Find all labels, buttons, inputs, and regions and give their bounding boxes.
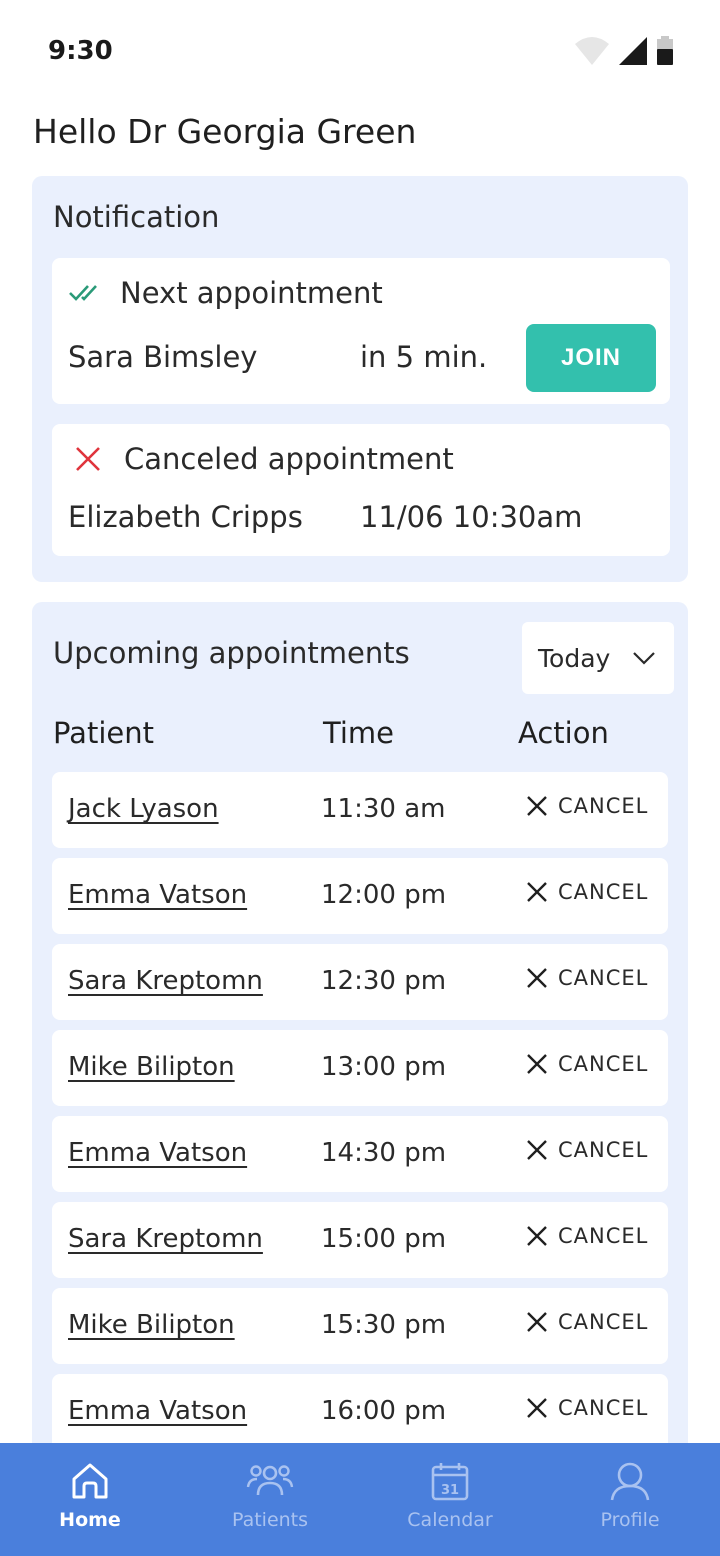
date-filter-select[interactable]: Today <box>522 622 674 694</box>
notification-title: Notification <box>53 200 220 234</box>
status-bar: 9:30 <box>0 0 720 100</box>
appointment-row: Jack Lyason 11:30 am CANCEL <box>52 772 668 848</box>
status-time: 9:30 <box>48 36 113 66</box>
appointment-row: Emma Vatson 12:00 pm CANCEL <box>52 858 668 934</box>
appointment-row: Sara Kreptomn 15:00 pm CANCEL <box>52 1202 668 1278</box>
appointment-row: Emma Vatson 14:30 pm CANCEL <box>52 1116 668 1192</box>
cancel-button[interactable]: CANCEL <box>526 880 648 904</box>
cancel-label: CANCEL <box>558 1396 649 1420</box>
chevron-down-icon <box>633 652 655 665</box>
cancel-label: CANCEL <box>558 880 649 904</box>
appointment-time: 11:30 am <box>321 794 446 824</box>
battery-icon <box>657 36 673 65</box>
patient-link[interactable]: Mike Bilipton <box>68 1052 235 1082</box>
canceled-appointment-header: Canceled appointment <box>74 442 454 476</box>
cancel-label: CANCEL <box>558 1052 649 1076</box>
next-appointment-card: Next appointment Sara Bimsley in 5 min. … <box>52 258 670 404</box>
nav-home-label: Home <box>59 1509 121 1531</box>
cancel-button[interactable]: CANCEL <box>526 794 648 818</box>
close-icon <box>527 1398 547 1418</box>
canceled-appointment-card: Canceled appointment Elizabeth Cripps 11… <box>52 424 670 556</box>
close-red-icon <box>76 447 100 471</box>
nav-home[interactable]: Home <box>0 1443 180 1556</box>
appointment-time: 15:30 pm <box>321 1310 447 1340</box>
status-icons <box>574 36 674 66</box>
join-button[interactable]: JOIN <box>526 324 656 392</box>
upcoming-title: Upcoming appointments <box>53 636 410 670</box>
cancel-label: CANCEL <box>558 966 649 990</box>
patient-link[interactable]: Emma Vatson <box>68 1396 247 1426</box>
patient-link[interactable]: Emma Vatson <box>68 1138 247 1168</box>
next-appointment-when: in 5 min. <box>360 340 488 374</box>
patient-link[interactable]: Sara Kreptomn <box>68 1224 263 1254</box>
canceled-appointment-heading: Canceled appointment <box>124 442 454 476</box>
appointment-time: 12:30 pm <box>321 966 447 996</box>
cancel-button[interactable]: CANCEL <box>526 966 648 990</box>
nav-patients[interactable]: Patients <box>180 1443 360 1556</box>
calendar-icon: 31 <box>431 1463 469 1501</box>
double-check-icon <box>69 285 97 301</box>
appointment-time: 12:00 pm <box>321 880 447 910</box>
appointment-time: 13:00 pm <box>321 1052 447 1082</box>
next-appointment-heading: Next appointment <box>120 276 383 310</box>
bottom-nav: Home Patients 31 Calendar Profile <box>0 1443 720 1556</box>
appointment-row: Sara Kreptomn 12:30 pm CANCEL <box>52 944 668 1020</box>
appointment-row: Mike Bilipton 13:00 pm CANCEL <box>52 1030 668 1106</box>
cancel-label: CANCEL <box>558 794 649 818</box>
patient-link[interactable]: Emma Vatson <box>68 880 247 910</box>
patient-link[interactable]: Sara Kreptomn <box>68 966 263 996</box>
notification-panel: Notification Next appointment Sara Bimsl… <box>32 176 688 582</box>
nav-calendar-label: Calendar <box>407 1509 493 1531</box>
canceled-appointment-when: 11/06 10:30am <box>360 500 583 534</box>
cancel-button[interactable]: CANCEL <box>526 1052 648 1076</box>
next-appointment-header: Next appointment <box>68 276 383 310</box>
cancel-button[interactable]: CANCEL <box>526 1396 648 1420</box>
column-header-action: Action <box>518 716 609 750</box>
close-icon <box>527 1312 547 1332</box>
patients-icon <box>246 1465 294 1496</box>
appointment-time: 14:30 pm <box>321 1138 447 1168</box>
appointment-time: 16:00 pm <box>321 1396 447 1426</box>
patient-link[interactable]: Jack Lyason <box>68 794 219 824</box>
signal-icon <box>619 37 647 65</box>
cancel-label: CANCEL <box>558 1138 649 1162</box>
profile-icon <box>610 1462 650 1501</box>
canceled-appointment-patient: Elizabeth Cripps <box>68 500 303 534</box>
greeting-title: Hello Dr Georgia Green <box>33 112 417 151</box>
date-filter-value: Today <box>538 643 611 673</box>
close-icon <box>527 796 547 816</box>
nav-profile[interactable]: Profile <box>540 1443 720 1556</box>
home-icon <box>72 1463 108 1499</box>
svg-text:31: 31 <box>441 1483 459 1498</box>
column-header-patient: Patient <box>53 716 154 750</box>
next-appointment-patient: Sara Bimsley <box>68 340 258 374</box>
column-header-time: Time <box>323 716 394 750</box>
close-icon <box>527 1140 547 1160</box>
close-icon <box>527 1054 547 1074</box>
cancel-button[interactable]: CANCEL <box>526 1310 648 1334</box>
close-icon <box>527 1226 547 1246</box>
cancel-label: CANCEL <box>558 1310 649 1334</box>
nav-patients-label: Patients <box>231 1509 309 1531</box>
upcoming-appointments-panel: Upcoming appointments Today Patient Time… <box>32 602 688 1462</box>
appointment-row: Mike Bilipton 15:30 pm CANCEL <box>52 1288 668 1364</box>
nav-calendar[interactable]: 31 Calendar <box>360 1443 540 1556</box>
patient-link[interactable]: Mike Bilipton <box>68 1310 235 1340</box>
wifi-icon <box>575 37 609 65</box>
close-icon <box>527 882 547 902</box>
cancel-button[interactable]: CANCEL <box>526 1138 648 1162</box>
appointment-row: Emma Vatson 16:00 pm CANCEL <box>52 1374 668 1450</box>
cancel-button[interactable]: CANCEL <box>526 1224 648 1248</box>
nav-profile-label: Profile <box>600 1509 660 1531</box>
appointment-time: 15:00 pm <box>321 1224 447 1254</box>
close-icon <box>527 968 547 988</box>
cancel-label: CANCEL <box>558 1224 649 1248</box>
